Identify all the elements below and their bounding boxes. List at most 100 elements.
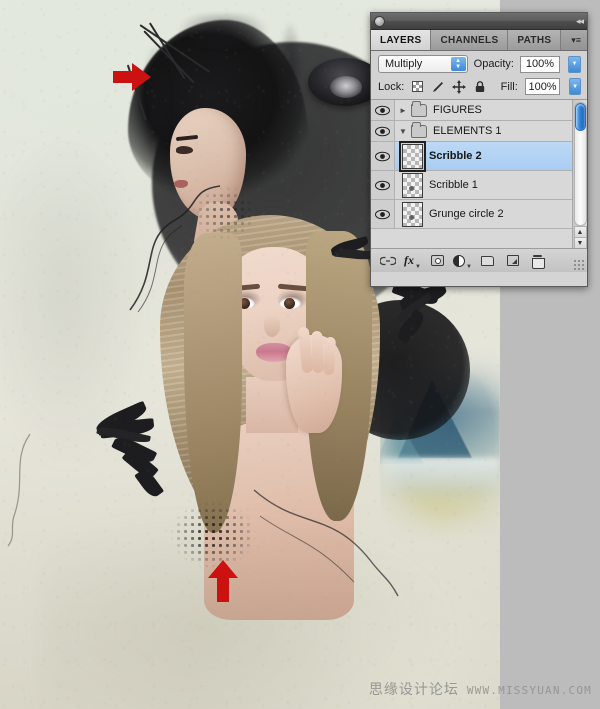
- tab-channels[interactable]: CHANNELS: [431, 30, 509, 50]
- layer-row-scribble-1[interactable]: Scribble 1: [371, 171, 587, 200]
- panel-menu-icon: ▾≡: [571, 34, 581, 45]
- disclosure-triangle-collapsed-icon[interactable]: ►: [395, 106, 411, 115]
- lock-image-pixels-brush-icon[interactable]: [431, 80, 445, 94]
- layers-panel[interactable]: ◂◂ LAYERS CHANNELS PATHS ▾≡ Multiply ▲ ▼…: [370, 12, 588, 287]
- layer-row-grunge-circle-2[interactable]: Grunge circle 2: [371, 200, 587, 229]
- blend-mode-row[interactable]: Multiply ▲ ▼ Opacity: 100% ▼: [371, 51, 587, 76]
- layer-name-scribble-2: Scribble 2: [429, 150, 482, 162]
- link-layers-button[interactable]: [375, 250, 400, 272]
- panel-tabs[interactable]: LAYERS CHANNELS PATHS ▾≡: [371, 30, 587, 51]
- hat-crown-detail: [330, 76, 362, 98]
- blend-mode-value: Multiply: [385, 58, 423, 70]
- layer-style-button[interactable]: fx ▼: [400, 250, 425, 272]
- chevron-down-glyph: ▼: [455, 63, 462, 70]
- layer-thumbnail-scribble-2[interactable]: [398, 140, 426, 172]
- layer-name-grunge-circle-2: Grunge circle 2: [429, 208, 504, 220]
- panel-close-dot-icon[interactable]: [374, 15, 385, 27]
- layer-thumbnail-grunge-circle-2[interactable]: [401, 201, 423, 227]
- scrollbar-buttons[interactable]: ▲ ▼: [573, 226, 587, 248]
- fill-input[interactable]: 100%: [524, 78, 561, 95]
- new-folder-icon: [481, 255, 494, 266]
- arrow-shaft: [217, 576, 229, 602]
- eye-icon: [375, 180, 390, 190]
- lock-all-padlock-icon[interactable]: [473, 80, 487, 94]
- caret-icon: ▼: [466, 263, 472, 270]
- layer-thumbnail-wrap[interactable]: [395, 172, 429, 198]
- caret-icon: ▼: [415, 263, 421, 270]
- opacity-input[interactable]: 100%: [520, 55, 560, 73]
- model-main-finger: [323, 336, 336, 376]
- opacity-dropdown-icon[interactable]: ▼: [568, 55, 581, 73]
- trash-icon: [532, 254, 545, 269]
- layer-name-scribble-1: Scribble 1: [429, 179, 478, 191]
- layer-thumbnail-scribble-1[interactable]: [401, 172, 423, 198]
- eye-icon: [375, 105, 390, 115]
- lock-transparent-pixels-icon[interactable]: [411, 80, 423, 94]
- annotation-arrow-right: [113, 63, 151, 91]
- layer-mask-icon: [431, 255, 444, 266]
- eye-icon: [375, 151, 390, 161]
- panel-titlebar[interactable]: ◂◂: [371, 13, 587, 30]
- model-top-eye: [176, 146, 193, 154]
- arrow-shaft: [113, 71, 133, 83]
- visibility-toggle-grunge-circle-2[interactable]: [371, 200, 395, 228]
- new-layer-icon: [506, 255, 519, 266]
- layer-thumbnail-wrap[interactable]: [395, 201, 429, 227]
- visibility-toggle-elements-1[interactable]: [371, 121, 395, 141]
- watermark: 思缘设计论坛 WWW.MISSYUAN.COM: [369, 679, 592, 699]
- layer-name-figures: FIGURES: [433, 104, 482, 116]
- scrollbar-thumb[interactable]: [574, 103, 586, 131]
- lock-label: Lock:: [378, 80, 405, 93]
- layer-name-elements-1: ELEMENTS 1: [433, 125, 502, 137]
- scroll-down-arrow-icon[interactable]: ▼: [573, 237, 587, 248]
- arrow-head: [208, 560, 238, 578]
- eye-icon: [375, 126, 390, 136]
- layer-row-scribble-2[interactable]: Scribble 2: [371, 140, 587, 172]
- fill-label: Fill:: [500, 80, 518, 93]
- layer-list-scrollbar[interactable]: ▲ ▼: [572, 100, 587, 248]
- annotation-arrow-up: [208, 560, 238, 602]
- layers-panel-footer[interactable]: fx ▼ ▼: [371, 248, 587, 272]
- scroll-up-arrow-icon[interactable]: ▲: [573, 226, 587, 237]
- canvas-smudge-left: [0, 120, 150, 480]
- chevron-updown-icon[interactable]: ▲ ▼: [450, 57, 466, 71]
- panel-resize-grip[interactable]: [573, 259, 584, 270]
- model-main-iris: [284, 298, 295, 309]
- link-icon: [379, 256, 396, 265]
- folder-icon: [411, 121, 427, 138]
- new-group-button[interactable]: [475, 250, 500, 272]
- model-main-nose: [264, 315, 280, 337]
- opacity-label: Opacity:: [473, 58, 514, 70]
- folder-icon: [411, 100, 427, 117]
- scrollbar-track[interactable]: [573, 102, 587, 226]
- watermark-chinese-text: 思缘设计论坛: [368, 682, 459, 698]
- blend-mode-select[interactable]: Multiply ▲ ▼: [378, 55, 468, 73]
- layer-thumbnail-wrap[interactable]: [395, 140, 429, 172]
- delete-layer-button[interactable]: [525, 250, 550, 272]
- fill-dropdown-icon[interactable]: ▼: [569, 78, 581, 95]
- watermark-url: WWW.MISSYUAN.COM: [466, 684, 592, 697]
- screenshot-root: 思缘设计论坛 WWW.MISSYUAN.COM ◂◂ LAYERS CHANNE…: [0, 0, 600, 709]
- new-layer-button[interactable]: [500, 250, 525, 272]
- collapse-panel-icon[interactable]: ◂◂: [576, 16, 584, 27]
- panel-menu-button[interactable]: ▾≡: [565, 30, 587, 50]
- add-layer-mask-button[interactable]: [425, 250, 450, 272]
- visibility-toggle-scribble-2[interactable]: [371, 142, 395, 170]
- tab-layers[interactable]: LAYERS: [371, 30, 432, 50]
- layer-row-figures[interactable]: ► FIGURES: [371, 100, 587, 121]
- tab-paths[interactable]: PATHS: [508, 30, 562, 50]
- chevron-up-glyph: ▲: [455, 57, 462, 64]
- lock-position-move-icon[interactable]: [451, 79, 466, 94]
- fx-icon: fx: [404, 253, 415, 267]
- lock-row[interactable]: Lock: Fill: 100% ▼: [371, 76, 587, 100]
- adjustment-circle-icon: [453, 254, 466, 267]
- model-main-finger: [311, 330, 324, 374]
- layer-row-elements-1[interactable]: ▼ ELEMENTS 1: [371, 121, 587, 142]
- eye-icon: [375, 209, 390, 219]
- new-adjustment-layer-button[interactable]: ▼: [450, 250, 475, 272]
- arrow-head: [132, 63, 151, 91]
- disclosure-triangle-expanded-icon[interactable]: ▼: [395, 127, 411, 136]
- visibility-toggle-scribble-1[interactable]: [371, 171, 395, 199]
- visibility-toggle-figures[interactable]: [371, 100, 395, 120]
- layer-list[interactable]: ► FIGURES ▼ ELEMENTS 1 Scribble 2 Scribb…: [371, 100, 587, 248]
